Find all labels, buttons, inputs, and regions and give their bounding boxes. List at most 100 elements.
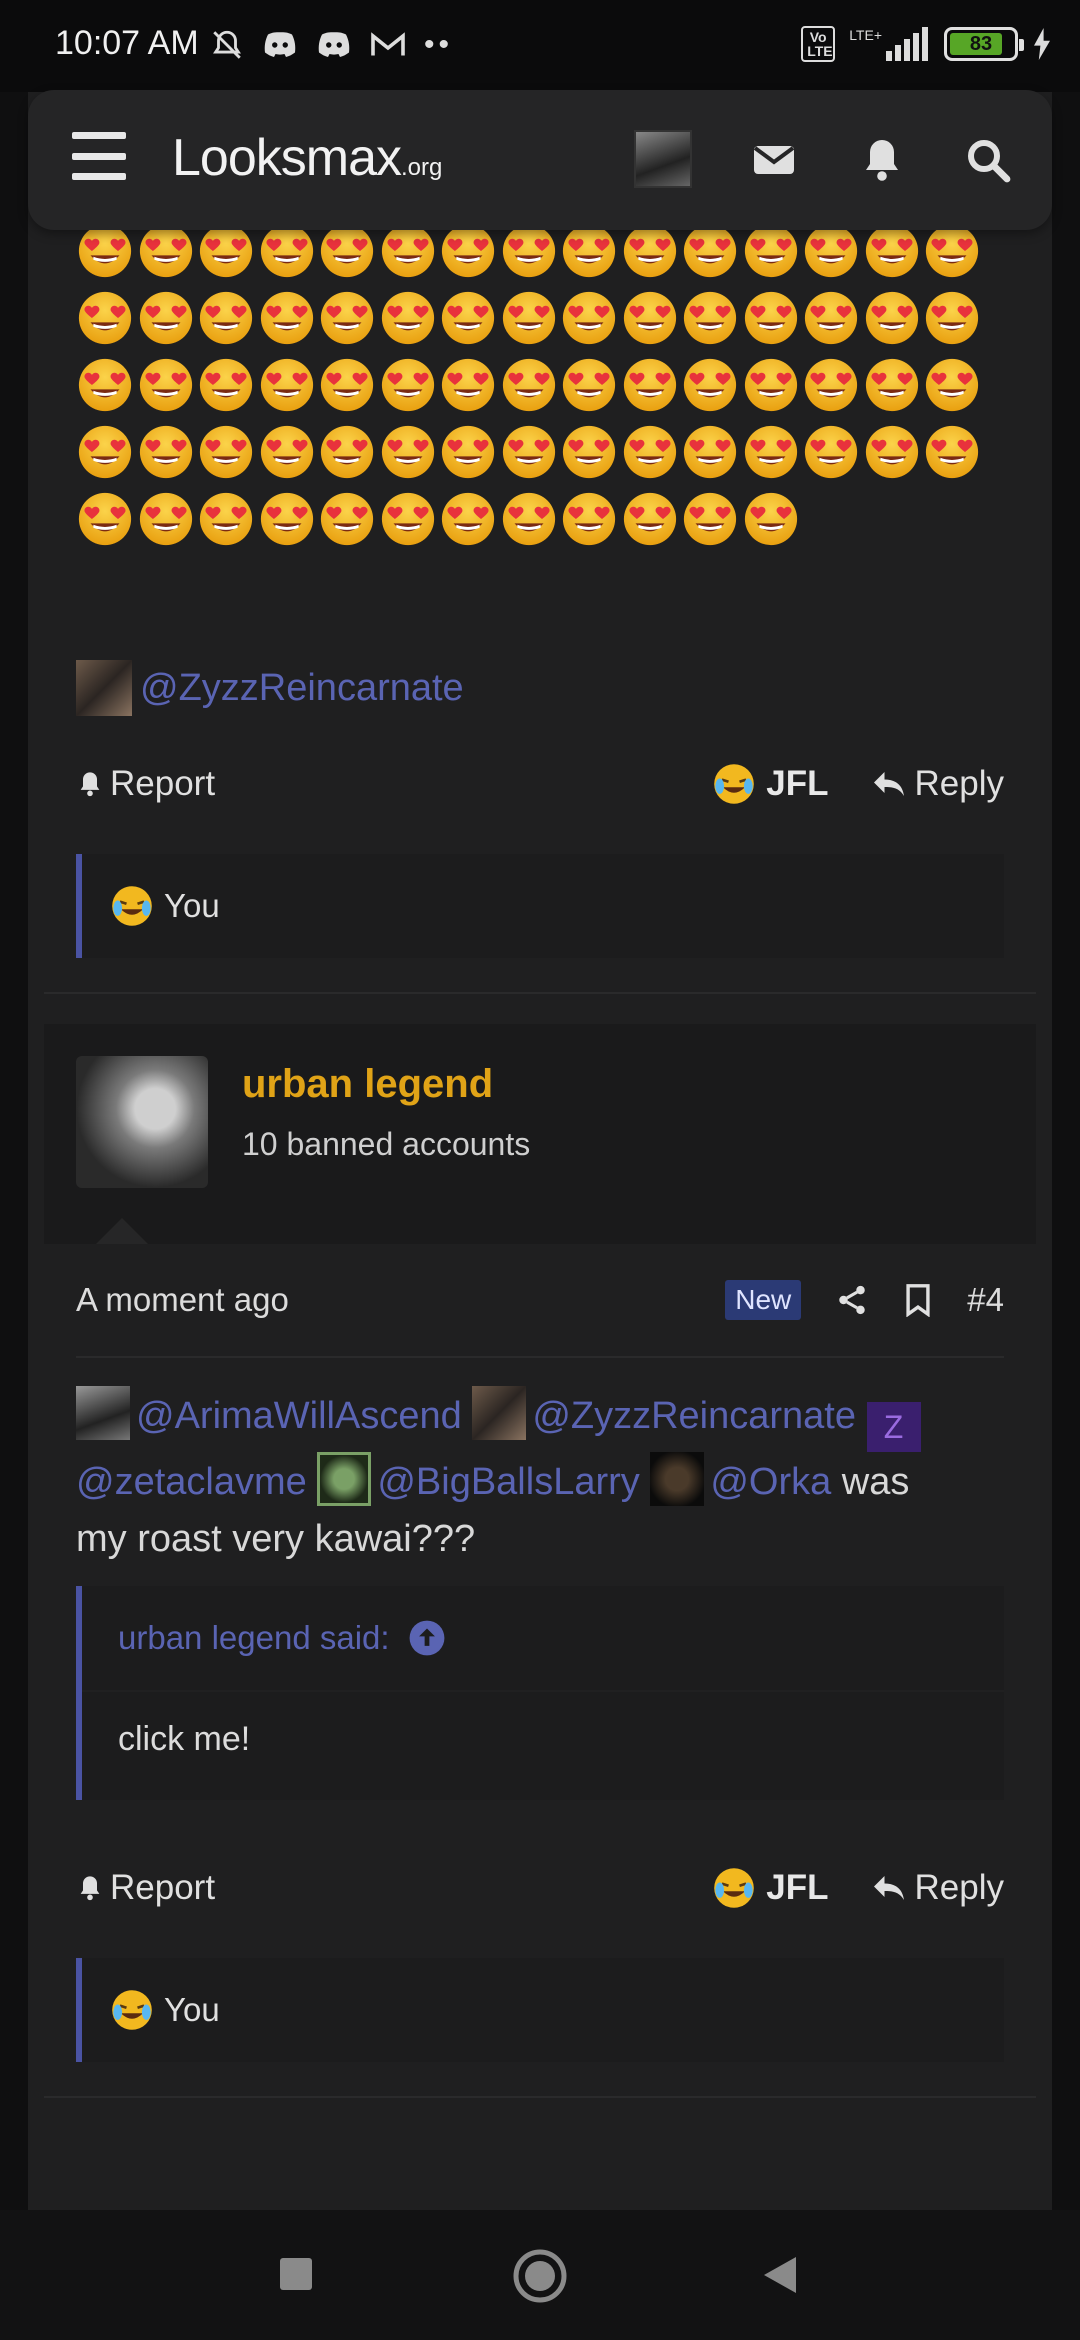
post-text: my roast very kawai??? xyxy=(76,1518,476,1560)
user-avatar[interactable] xyxy=(634,130,692,188)
recent-apps-button[interactable] xyxy=(278,2256,314,2292)
bell-icon[interactable] xyxy=(858,136,906,184)
mention-link[interactable]: @ZyzzReincarnate xyxy=(140,667,464,710)
logo-suffix: .org xyxy=(401,154,443,181)
heart-eyes-emoji-icon xyxy=(621,490,682,550)
heart-eyes-emoji-icon xyxy=(197,423,258,483)
battery-level: 83 xyxy=(969,33,993,55)
bookmark-icon[interactable] xyxy=(903,1283,933,1317)
status-bar: 10:07 AM •• Vo LTE LTE+ 83 xyxy=(0,0,1080,92)
avatar[interactable] xyxy=(76,1056,208,1188)
menu-icon[interactable] xyxy=(72,132,126,180)
heart-eyes-emoji-icon xyxy=(742,356,803,416)
back-button[interactable] xyxy=(760,2254,800,2296)
mention-avatar xyxy=(317,1452,372,1506)
discord-icon xyxy=(318,32,350,57)
heart-eyes-emoji-icon xyxy=(137,423,198,483)
post-number[interactable]: #4 xyxy=(967,1281,1004,1319)
volte-icon: Vo LTE xyxy=(801,26,836,62)
heart-eyes-emoji-icon xyxy=(439,423,500,483)
reaction-button[interactable]: JFL xyxy=(712,762,829,806)
quote-block: urban legend said: click me! xyxy=(76,1586,1004,1800)
report-label: Report xyxy=(110,764,216,803)
mention-link[interactable]: @Orka xyxy=(710,1461,831,1503)
heart-eyes-emoji-icon xyxy=(197,289,258,349)
heart-eyes-emoji-icon xyxy=(318,356,379,416)
heart-eyes-emoji-icon xyxy=(500,423,561,483)
mention-link[interactable]: @BigBallsLarry xyxy=(377,1461,639,1503)
reply-label: Reply xyxy=(914,1868,1004,1907)
quote-header[interactable]: urban legend said: xyxy=(82,1586,1004,1692)
post-time[interactable]: A moment ago xyxy=(76,1281,289,1319)
heart-eyes-emoji-icon xyxy=(137,222,198,282)
heart-eyes-emoji-icon xyxy=(500,222,561,282)
discord-icon xyxy=(264,32,296,57)
bell-icon xyxy=(80,772,100,797)
heart-eyes-emoji-icon xyxy=(742,490,803,550)
site-logo[interactable]: Looksmax.org xyxy=(172,128,442,188)
heart-eyes-emoji-icon xyxy=(560,423,621,483)
reply-button[interactable]: Reply xyxy=(871,1868,1004,1908)
heart-eyes-emoji-icon xyxy=(197,490,258,550)
notification-icons: •• xyxy=(210,28,453,62)
mention-link[interactable]: @zetaclavme xyxy=(76,1461,307,1503)
share-icon[interactable] xyxy=(835,1283,869,1317)
mention-avatar-letter: Z xyxy=(866,1402,921,1452)
status-time: 10:07 AM xyxy=(55,24,199,62)
heart-eyes-emoji-icon xyxy=(621,356,682,416)
heart-eyes-emoji-icon xyxy=(681,423,742,483)
heart-eyes-emoji-icon xyxy=(923,222,984,282)
heart-eyes-emoji-icon xyxy=(318,289,379,349)
heart-eyes-emoji-icon xyxy=(258,490,319,550)
crying-laughing-emoji-icon xyxy=(714,764,755,804)
heart-eyes-emoji-icon xyxy=(863,356,924,416)
bell-off-icon xyxy=(213,30,241,59)
search-icon[interactable] xyxy=(964,136,1012,184)
battery-icon: 83 xyxy=(944,27,1024,61)
heart-eyes-emoji-icon xyxy=(76,222,137,282)
heart-eyes-emoji-icon xyxy=(621,423,682,483)
heart-eyes-emoji-icon xyxy=(923,356,984,416)
emoji-row xyxy=(76,289,996,356)
emoji-row xyxy=(76,356,996,423)
heart-eyes-emoji-icon xyxy=(560,356,621,416)
reaction-user: You xyxy=(164,1991,220,2028)
lte-label: LTE+ xyxy=(849,27,882,43)
report-button[interactable]: Report xyxy=(76,1868,215,1908)
mention-link[interactable]: @ArimaWillAscend xyxy=(136,1395,462,1437)
post-meta: A moment ago New #4 xyxy=(76,1270,1004,1330)
user-info-block: urban legend 10 banned accounts xyxy=(44,1024,1036,1244)
heart-eyes-emoji-icon xyxy=(681,289,742,349)
system-icons: Vo LTE LTE+ 83 xyxy=(801,26,1052,62)
heart-eyes-emoji-icon xyxy=(500,289,561,349)
heart-eyes-emoji-icon xyxy=(379,289,440,349)
reaction-summary[interactable]: You xyxy=(76,854,1004,958)
heart-eyes-emoji-icon xyxy=(76,289,137,349)
report-label: Report xyxy=(110,1868,216,1907)
heart-eyes-emoji-icon xyxy=(681,222,742,282)
username[interactable]: urban legend xyxy=(242,1062,493,1107)
heart-eyes-emoji-icon xyxy=(258,356,319,416)
mail-icon[interactable] xyxy=(750,136,798,184)
signal-icon: LTE+ xyxy=(849,27,930,61)
heart-eyes-emoji-icon xyxy=(439,289,500,349)
reply-button[interactable]: Reply xyxy=(871,764,1004,804)
reply-label: Reply xyxy=(914,764,1004,803)
mention-link[interactable]: @ZyzzReincarnate xyxy=(532,1395,856,1437)
reaction-button[interactable]: JFL xyxy=(712,1866,829,1910)
heart-eyes-emoji-icon xyxy=(439,356,500,416)
post-body: @ArimaWillAscend @ZyzzReincarnate Z @zet… xyxy=(76,1386,1006,1568)
reaction-label: JFL xyxy=(766,764,829,803)
reaction-summary[interactable]: You xyxy=(76,1958,1004,2062)
emoji-row xyxy=(76,222,996,289)
heart-eyes-emoji-icon xyxy=(802,423,863,483)
crying-laughing-emoji-icon xyxy=(112,1990,152,2030)
heart-eyes-emoji-icon xyxy=(621,289,682,349)
arrow-up-circle-icon[interactable] xyxy=(408,1619,446,1657)
report-button[interactable]: Report xyxy=(76,764,215,804)
charging-icon xyxy=(1034,28,1050,60)
home-button[interactable] xyxy=(512,2248,568,2304)
heart-eyes-emoji-icon xyxy=(318,222,379,282)
heart-eyes-emoji-icon xyxy=(318,423,379,483)
heart-eyes-emoji-icon xyxy=(258,222,319,282)
